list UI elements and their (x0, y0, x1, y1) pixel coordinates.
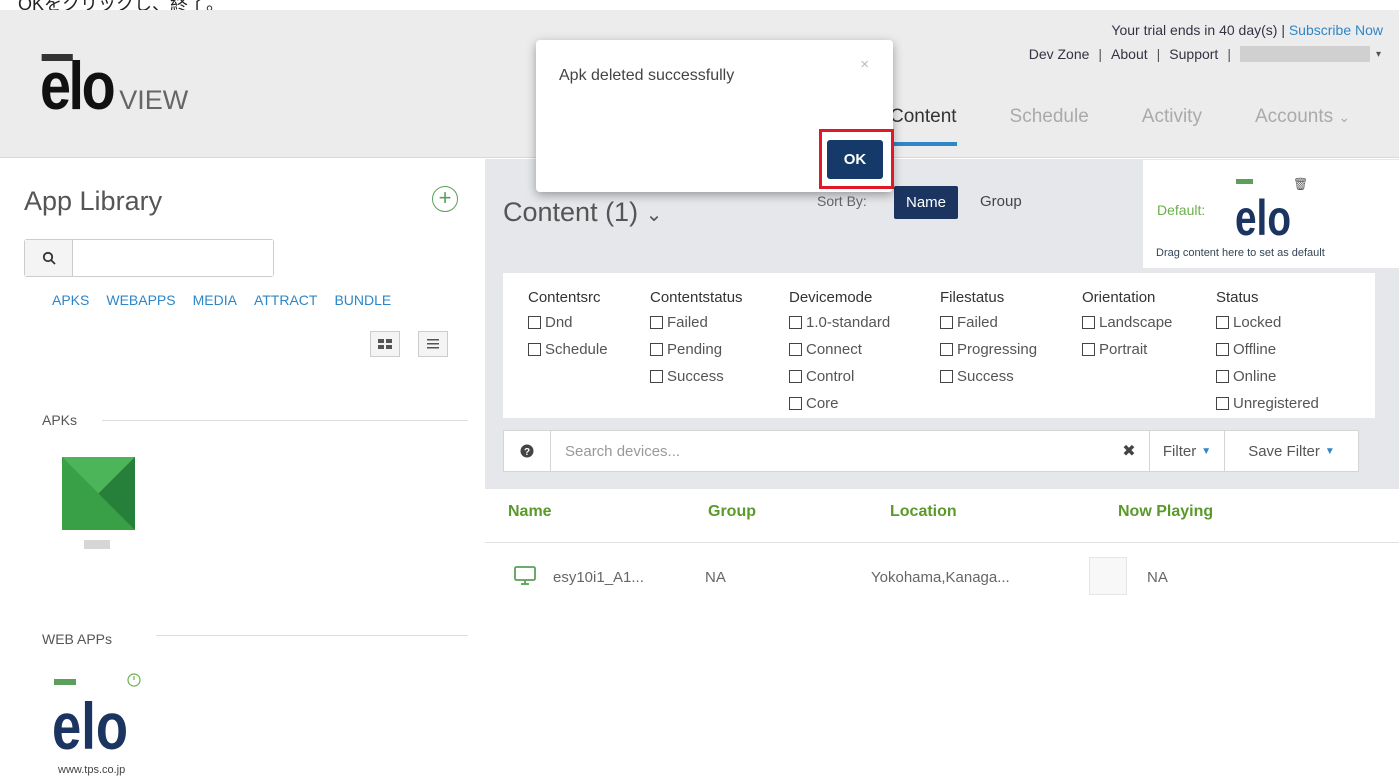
dialog-message: Apk deleted successfully (559, 67, 735, 84)
page-caption: OKをクリックし、終了。 (0, 0, 1399, 10)
close-icon[interactable]: × (860, 56, 869, 73)
ok-button[interactable]: OK (827, 140, 883, 179)
